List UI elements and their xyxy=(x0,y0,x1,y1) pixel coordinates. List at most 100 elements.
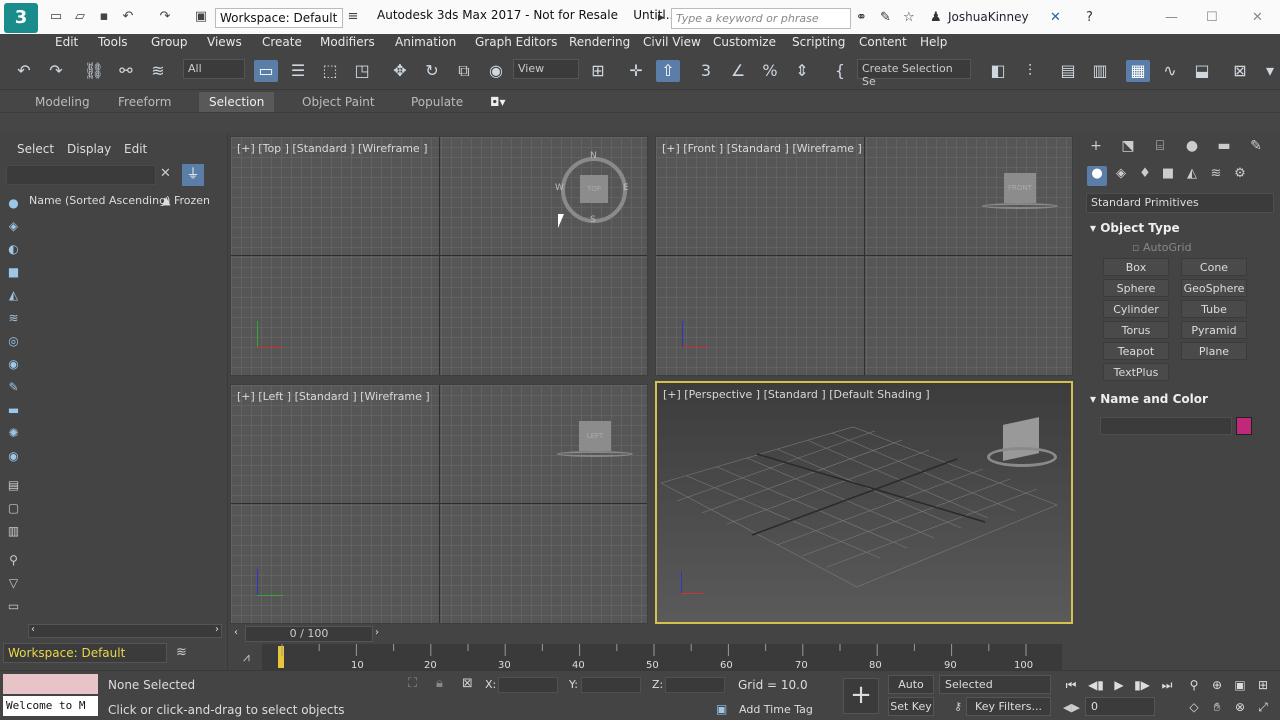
filter-icon[interactable]: ⏚ xyxy=(182,164,204,186)
redo-icon[interactable]: ↷ xyxy=(157,9,173,25)
user-icon[interactable]: ♟ xyxy=(930,10,942,25)
create-tab-icon[interactable]: + xyxy=(1085,138,1107,158)
fov-icon[interactable]: ◇ xyxy=(1183,698,1205,716)
rotate-icon[interactable]: ↻ xyxy=(420,60,444,82)
orbit-icon[interactable]: ⊗ xyxy=(1229,698,1251,716)
key-selection-dropdown[interactable]: Selected xyxy=(939,675,1051,694)
menu-rendering[interactable]: Rendering xyxy=(569,35,630,49)
display-none-icon[interactable]: ● xyxy=(5,195,22,212)
new-icon[interactable]: ▭ xyxy=(48,9,64,25)
cylinder-button[interactable]: Cylinder xyxy=(1103,300,1169,318)
teapot-button[interactable]: Teapot xyxy=(1103,342,1169,360)
unlink-icon[interactable]: ⚯ xyxy=(114,60,138,82)
utilities-tab-icon[interactable]: ✎ xyxy=(1245,138,1267,158)
tab-populate[interactable]: Populate xyxy=(411,95,463,109)
menu-views[interactable]: Views xyxy=(207,35,242,49)
undo-icon[interactable]: ↶ xyxy=(12,60,36,82)
expand-icon[interactable]: ▸ xyxy=(658,10,665,25)
sphere-button[interactable]: Sphere xyxy=(1103,279,1169,297)
select-object-icon[interactable]: ▭ xyxy=(254,60,278,82)
place-icon[interactable]: ◉ xyxy=(484,60,508,82)
systems-icon[interactable]: ⚙ xyxy=(1230,166,1250,186)
edit-named-sel-icon[interactable]: { xyxy=(828,60,852,82)
set-key-mode-icon[interactable]: + xyxy=(843,678,879,714)
display-shapes-icon[interactable]: ◐ xyxy=(5,241,22,258)
z-coordinate-field[interactable] xyxy=(665,677,725,693)
close-icon[interactable]: ✕ xyxy=(1252,10,1263,25)
user-name[interactable]: JoshuaKinney xyxy=(948,10,1029,24)
zoom-icon[interactable]: ⚲ xyxy=(1183,676,1205,694)
viewport-left[interactable]: [+] [Left ] [Standard ] [Wireframe ] LEF… xyxy=(230,384,648,624)
curve-editor-icon[interactable]: ∿ xyxy=(1158,60,1182,82)
display-groups-icon[interactable]: ◉ xyxy=(5,356,22,373)
scene-menu-edit[interactable]: Edit xyxy=(124,142,147,156)
layers-icon[interactable]: ≋ xyxy=(176,645,187,660)
maxscript-listener-top[interactable] xyxy=(3,674,98,694)
zoom-extents-icon[interactable]: ▣ xyxy=(1229,676,1251,694)
next-key-icon[interactable]: ▮▶ xyxy=(1131,676,1153,694)
track-bar[interactable]: 10 20 30 40 50 60 70 80 90 100 xyxy=(262,644,1062,671)
time-slider[interactable]: 0 / 100 xyxy=(245,626,373,642)
viewport-left-label[interactable]: [+] [Left ] [Standard ] [Wireframe ] xyxy=(237,390,430,403)
menu-modifiers[interactable]: Modifiers xyxy=(320,35,375,49)
object-color-swatch[interactable] xyxy=(1236,417,1252,435)
cameras-icon[interactable]: ■ xyxy=(1158,166,1178,186)
scale-icon[interactable]: ⧉ xyxy=(452,60,476,82)
selection-lock-icon[interactable]: 🔒︎ xyxy=(436,676,443,691)
shapes-icon[interactable]: ◈ xyxy=(1111,166,1131,186)
current-frame-field[interactable]: 0 xyxy=(1085,697,1155,716)
more-tools-icon[interactable]: ▾ xyxy=(1258,60,1280,82)
add-time-tag[interactable]: Add Time Tag xyxy=(739,703,813,716)
open-icon[interactable]: ▱ xyxy=(72,9,88,25)
ribbon-options-icon[interactable]: ◘▾ xyxy=(490,95,506,109)
viewport-front-label[interactable]: [+] [Front ] [Standard ] [Wireframe ] xyxy=(662,142,862,155)
exchange-icon[interactable]: ✕ xyxy=(1050,10,1061,25)
name-color-rollout[interactable]: ▾ Name and Color xyxy=(1090,392,1208,406)
viewport-top-label[interactable]: [+] [Top ] [Standard ] [Wireframe ] xyxy=(237,142,428,155)
menu-graph-editors[interactable]: Graph Editors xyxy=(475,35,557,49)
scene-workspace-dropdown[interactable]: Workspace: Default xyxy=(3,643,167,663)
geosphere-button[interactable]: GeoSphere xyxy=(1181,279,1247,297)
menu-create[interactable]: Create xyxy=(262,35,302,49)
pan-icon[interactable]: ✋︎ xyxy=(1206,698,1228,716)
goto-start-icon[interactable]: ⏮ xyxy=(1060,676,1082,694)
mirror-icon[interactable]: ◧ xyxy=(986,60,1010,82)
favorites-icon[interactable]: ☆ xyxy=(903,10,915,25)
pivot-icon[interactable]: ⊞ xyxy=(586,60,610,82)
display-cameras-icon[interactable]: ◭ xyxy=(5,287,22,304)
menu-help[interactable]: Help xyxy=(920,35,947,49)
app-logo[interactable]: 3 xyxy=(4,3,38,33)
display-geometry-icon[interactable]: ◈ xyxy=(5,218,22,235)
zoom-extents-all-icon[interactable]: ⊞ xyxy=(1252,676,1274,694)
y-coordinate-field[interactable] xyxy=(581,677,641,693)
key-mode-icon[interactable]: ◀▶ xyxy=(1063,701,1080,714)
object-type-rollout[interactable]: ▾ Object Type xyxy=(1090,221,1180,235)
pyramid-button[interactable]: Pyramid xyxy=(1181,321,1247,339)
menu-scripting[interactable]: Scripting xyxy=(792,35,845,49)
move-icon[interactable]: ✥ xyxy=(388,60,412,82)
key-filters-button[interactable]: Key Filters... xyxy=(966,697,1051,716)
next-frame-icon[interactable]: › xyxy=(375,627,379,638)
reference-coord-dropdown[interactable]: View xyxy=(513,59,579,79)
cone-button[interactable]: Cone xyxy=(1181,258,1247,276)
communication-icon[interactable]: ✎ xyxy=(880,10,891,25)
scroll-left-icon[interactable]: ‹ xyxy=(31,624,35,635)
viewcube-ring[interactable] xyxy=(982,203,1058,209)
isolate-icon[interactable]: ⛶ xyxy=(408,676,417,691)
object-name-input[interactable] xyxy=(1100,417,1232,435)
torus-button[interactable]: Torus xyxy=(1103,321,1169,339)
viewcube-top[interactable]: TOP xyxy=(580,175,608,203)
set-key-button[interactable]: Set Key xyxy=(888,697,934,716)
menu-civil-view[interactable]: Civil View xyxy=(643,35,701,49)
scene-search-input[interactable] xyxy=(6,165,156,185)
rect-region-icon[interactable]: ⬚ xyxy=(318,60,342,82)
spacewarps-icon[interactable]: ≋ xyxy=(1206,166,1226,186)
select-by-name-icon[interactable]: ☰ xyxy=(286,60,310,82)
snap-toggle-icon[interactable]: 3 xyxy=(694,60,718,82)
scene-horizontal-scrollbar[interactable]: ‹ › xyxy=(28,624,222,638)
viewcube-left[interactable]: LEFT xyxy=(579,421,611,451)
scene-menu-display[interactable]: Display xyxy=(67,142,111,156)
time-tag-icon[interactable]: ▣ xyxy=(716,702,727,716)
viewcube-front[interactable]: FRONT xyxy=(1004,173,1036,203)
filter-toggle-icon[interactable]: ▽ xyxy=(5,575,22,592)
